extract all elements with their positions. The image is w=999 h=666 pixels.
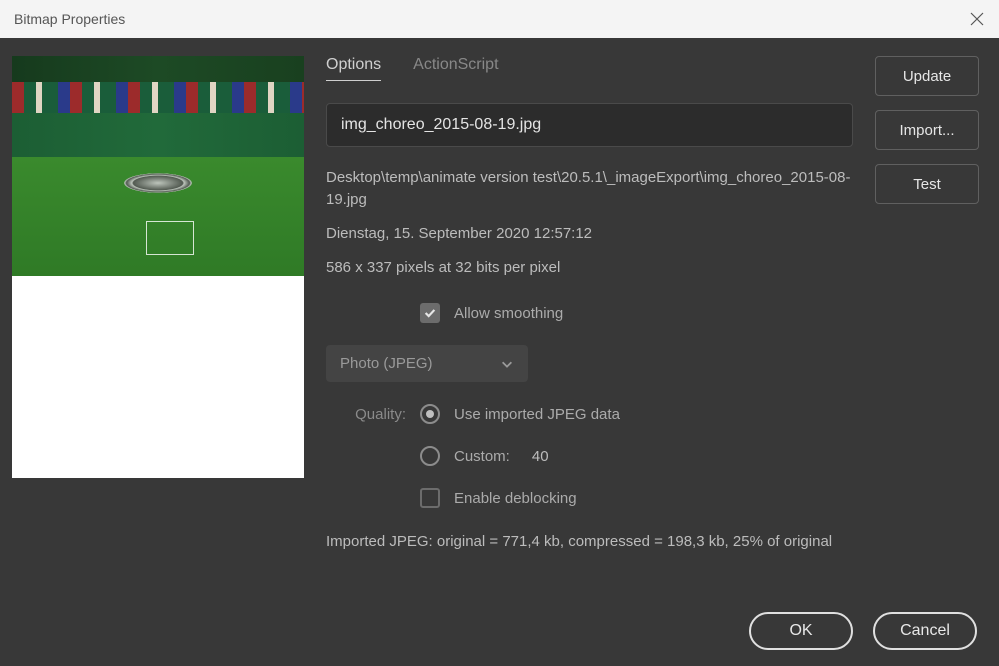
quality-custom-value: 40 <box>532 448 549 465</box>
enable-deblocking-label: Enable deblocking <box>454 490 577 507</box>
options-panel: Options ActionScript Desktop\temp\animat… <box>326 56 853 598</box>
dialog-body: Options ActionScript Desktop\temp\animat… <box>0 38 999 666</box>
quality-imported-radio[interactable] <box>420 404 440 424</box>
file-path: Desktop\temp\animate version test\20.5.1… <box>326 167 853 211</box>
tabs: Options ActionScript <box>326 56 853 81</box>
enable-deblocking-checkbox[interactable] <box>420 488 440 508</box>
compression-value: Photo (JPEG) <box>340 355 433 372</box>
titlebar: Bitmap Properties <box>0 0 999 38</box>
compression-select[interactable]: Photo (JPEG) <box>326 345 528 382</box>
preview-column <box>12 56 304 598</box>
tab-actionscript[interactable]: ActionScript <box>413 56 498 81</box>
cancel-button[interactable]: Cancel <box>873 612 977 650</box>
tab-options[interactable]: Options <box>326 56 381 81</box>
file-date: Dienstag, 15. September 2020 12:57:12 <box>326 223 853 245</box>
filename-input[interactable] <box>326 103 853 147</box>
file-dimensions: 586 x 337 pixels at 32 bits per pixel <box>326 257 853 279</box>
update-button[interactable]: Update <box>875 56 979 96</box>
footer: OK Cancel <box>12 612 979 650</box>
quality-custom-label: Custom: <box>454 448 510 465</box>
side-buttons: Update Import... Test <box>875 56 979 598</box>
test-button[interactable]: Test <box>875 164 979 204</box>
ok-button[interactable]: OK <box>749 612 853 650</box>
imported-jpeg-note: Imported JPEG: original = 771,4 kb, comp… <box>326 530 853 554</box>
allow-smoothing-checkbox[interactable] <box>420 303 440 323</box>
bitmap-preview <box>12 56 304 478</box>
allow-smoothing-label: Allow smoothing <box>454 305 563 322</box>
chevron-down-icon <box>500 357 514 371</box>
quality-imported-label: Use imported JPEG data <box>454 406 620 423</box>
window-title: Bitmap Properties <box>14 11 125 27</box>
import-button[interactable]: Import... <box>875 110 979 150</box>
quality-label: Quality: <box>326 406 406 423</box>
quality-custom-radio[interactable] <box>420 446 440 466</box>
preview-image <box>12 56 304 276</box>
close-icon[interactable] <box>969 11 985 27</box>
